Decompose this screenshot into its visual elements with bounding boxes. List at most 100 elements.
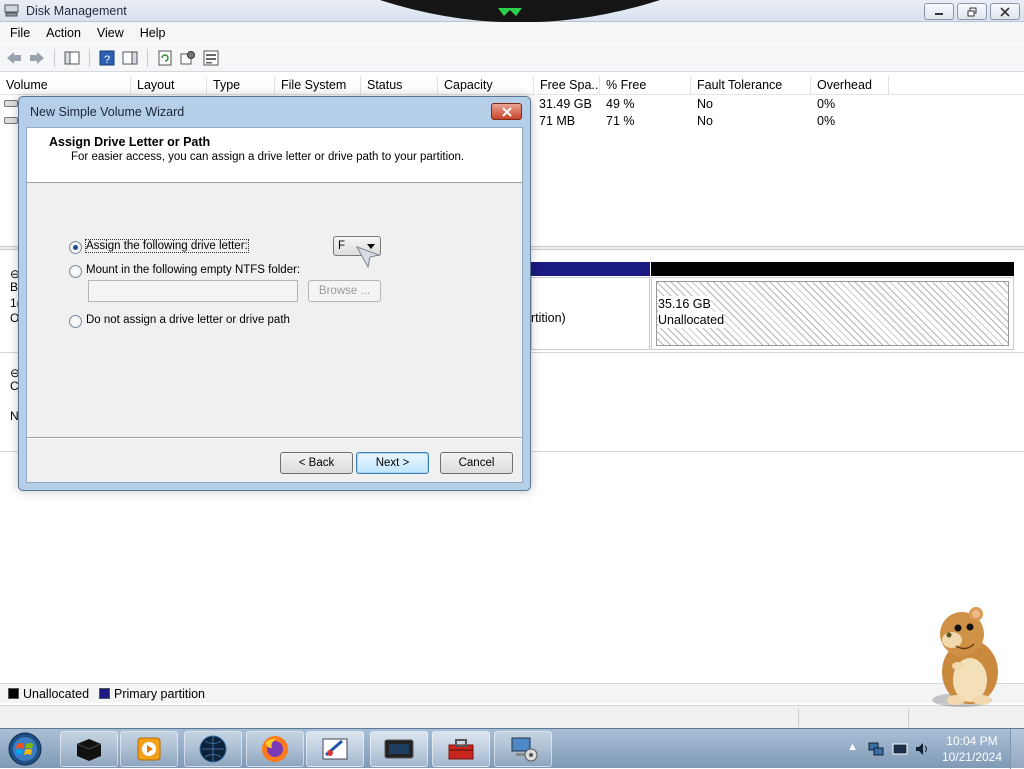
hamster-mascot [932,607,998,707]
taskbar: ▲ 10:04 PM 10/21/2024 [0,728,1024,769]
legend: Unallocated Primary partition [0,683,1024,703]
action-pane-icon [122,51,138,64]
taskbar-app-firefox[interactable] [246,731,304,767]
column-header-status[interactable]: Status [361,76,438,95]
help-button[interactable]: ? [97,48,117,68]
firefox-icon [262,736,288,762]
menu-help[interactable]: Help [132,26,174,40]
clock-date: 10/21/2024 [941,750,1002,764]
back-button[interactable]: < Back [280,452,353,474]
show-hide-console-tree-button[interactable] [62,48,82,68]
clock-time: 10:04 PM [946,734,998,748]
refresh-button[interactable] [155,48,175,68]
legend-swatch-primary [99,688,111,699]
fault-tolerance-cell: No [697,97,713,111]
column-header-file-system[interactable]: File System [275,76,361,95]
fault-tolerance-cell: No [697,114,713,128]
volume-icon [4,117,18,124]
taskbar-app-globe[interactable] [184,731,242,767]
forward-button[interactable] [27,48,47,68]
show-hidden-icons-icon[interactable]: ▲ [847,741,858,753]
wizard-subheading: For easier access, you can assign a driv… [71,151,465,163]
no-drive-letter-label[interactable]: Do not assign a drive letter or drive pa… [86,314,290,326]
close-window-button[interactable] [990,3,1020,20]
toolbar: ? [0,44,1024,72]
toolbar-separator [54,48,55,67]
toolbar-separator [89,48,90,67]
column-header-capacity[interactable]: Capacity [438,76,534,95]
svg-text:?: ? [104,54,110,66]
unallocated-block[interactable]: 35.16 GB Unallocated [651,277,1014,350]
action-center-icon[interactable] [892,741,908,757]
taskbar-app-terminal[interactable] [60,731,118,767]
status-bar [0,705,1024,729]
forward-arrow-icon [30,51,44,64]
toolbox-icon [448,739,474,760]
rescan-disks-button[interactable] [201,48,221,68]
show-hide-action-pane-button[interactable] [120,48,140,68]
cancel-button[interactable]: Cancel [440,452,513,474]
mount-ntfs-folder-radio[interactable] [69,265,82,278]
percent-free-cell: 49 % [606,97,635,111]
unallocated-label: Unallocated [658,312,725,328]
refresh-icon [158,50,172,65]
unallocated-bar [651,262,1014,276]
menu-action[interactable]: Action [38,26,89,40]
volume-list-header: Volume Layout Type File System Status Ca… [0,76,1024,95]
properties-button[interactable] [178,48,198,68]
clock[interactable]: 10:04 PM 10/21/2024 [942,733,1002,765]
taskbar-app-display[interactable] [370,731,428,767]
column-header-fault-tolerance[interactable]: Fault Tolerance [691,76,811,95]
status-separator [798,709,799,727]
assign-drive-letter-radio[interactable] [69,241,82,254]
ntfs-folder-path-input[interactable] [88,280,298,302]
assign-drive-letter-label[interactable]: Assign the following drive letter: [85,239,249,253]
legend-label-primary: Primary partition [114,686,206,701]
taskbar-app-paint[interactable] [306,731,364,767]
network-computer-icon [511,737,538,762]
menu-view[interactable]: View [89,26,132,40]
taskbar-app-network[interactable] [494,731,552,767]
browse-button[interactable]: Browse ... [308,280,381,302]
no-drive-letter-radio[interactable] [69,315,82,328]
network-status-icon[interactable] [868,741,884,757]
column-header-volume[interactable]: Volume [0,76,131,95]
volume-speaker-icon[interactable] [914,741,930,757]
close-icon [501,106,512,117]
free-space-cell: 71 MB [539,114,576,128]
menu-bar: File Action View Help [0,22,1024,43]
close-icon [1000,6,1010,17]
disk-list-icon [203,50,219,65]
column-header-overhead[interactable]: Overhead [811,76,889,95]
minimize-button[interactable] [924,3,954,20]
free-space-cell: 31.49 GB [539,97,592,111]
column-header-percent-free[interactable]: % Free [600,76,691,95]
show-desktop-button[interactable] [1010,729,1024,769]
toolbar-separator [147,48,148,67]
taskbar-app-computer-management[interactable] [432,731,490,767]
back-button[interactable] [4,48,24,68]
column-header-free-space[interactable]: Free Spa... [534,76,600,95]
column-header-type[interactable]: Type [207,76,275,95]
dialog-close-button[interactable] [491,103,522,120]
disk-label-fragment: B [10,280,19,294]
restore-button[interactable] [957,3,987,20]
taskbar-app-media-player[interactable] [120,731,178,767]
mouse-pointer-icon [355,246,381,269]
status-separator [908,709,909,727]
unallocated-size: 35.16 GB [658,296,711,312]
wizard-heading: Assign Drive Letter or Path [49,135,211,149]
globe-icon [199,735,227,763]
legend-label-unallocated: Unallocated [23,686,90,701]
dialog-client-area: Assign Drive Letter or Path For easier a… [26,127,523,483]
start-button[interactable] [6,731,44,767]
overhead-cell: 0% [817,97,836,111]
primary-partition-block[interactable]: artition) [524,277,650,350]
disk-management-icon [4,4,19,17]
menu-file[interactable]: File [2,26,38,40]
next-button[interactable]: Next > [356,452,429,474]
display-icon [384,739,414,759]
mount-ntfs-folder-label[interactable]: Mount in the following empty NTFS folder… [86,264,300,276]
paint-icon [322,738,348,760]
column-header-layout[interactable]: Layout [131,76,207,95]
